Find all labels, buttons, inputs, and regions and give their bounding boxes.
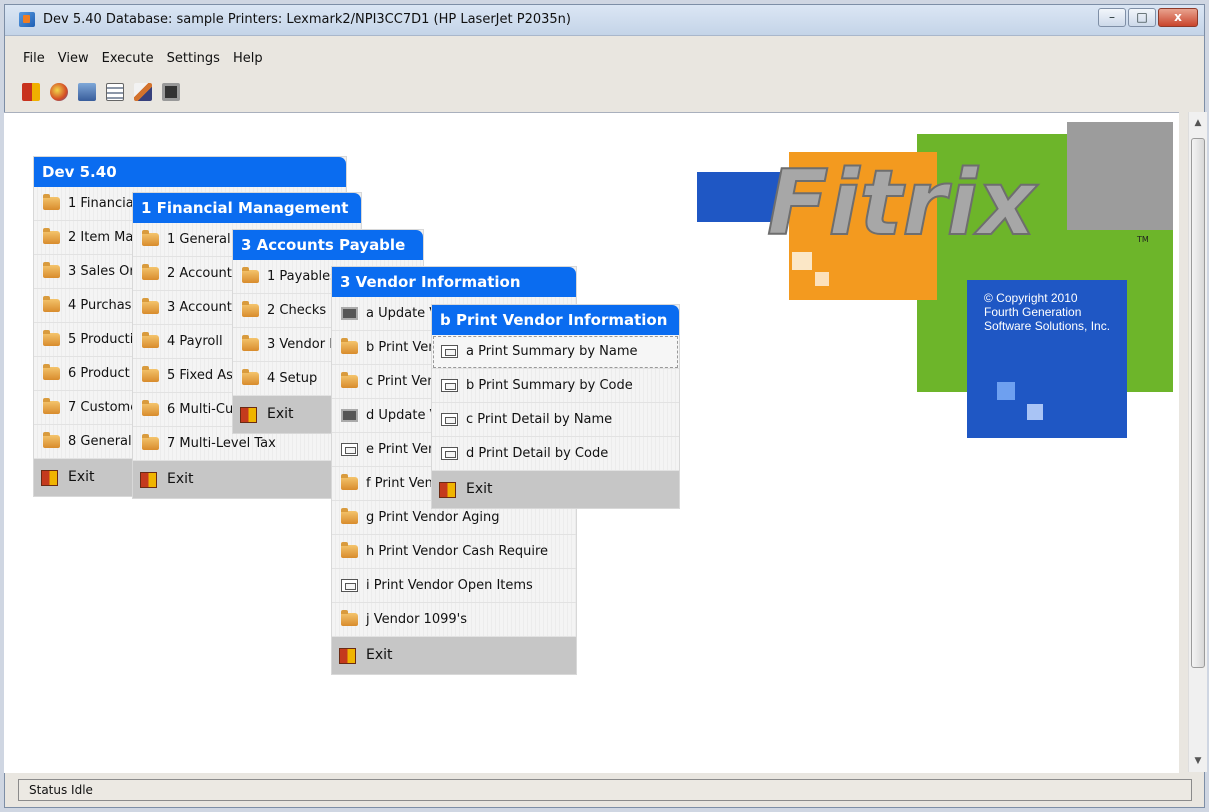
menu-execute[interactable]: Execute [101,51,155,73]
printer-icon [441,345,458,358]
folder-icon [242,369,259,385]
fitrix-brand: Fitrix [767,151,1039,256]
folder-icon [341,474,358,490]
maximize-icon: □ [1136,10,1148,24]
folder-icon [341,508,358,524]
list-item[interactable]: b Print Summary by Code [432,369,679,403]
folder-icon [341,610,358,626]
exit-icon [240,407,257,423]
terminal-icon[interactable] [162,83,180,101]
folder-icon [341,542,358,558]
folder-icon [43,194,60,210]
edit-icon[interactable] [134,83,152,101]
screen-icon [341,409,358,422]
folder-icon [242,335,259,351]
window-title: Dev 5.40 Database: sample Printers: Lexm… [43,12,571,27]
exit-icon[interactable] [22,83,40,101]
menu-main-title: Dev 5.40 [34,157,346,187]
scroll-up-icon[interactable]: ▲ [1189,114,1207,132]
menu-print-vendor-information: b Print Vendor Information a Print Summa… [432,305,679,508]
logo-copyright: © Copyright 2010 [984,291,1078,305]
folder-icon [341,338,358,354]
minimize-icon: – [1109,10,1115,24]
close-icon: x [1174,10,1182,24]
fitrix-logo: Fitrix TM © Copyright 2010 Fourth Genera… [697,122,1173,438]
folder-icon [43,330,60,346]
folder-icon [142,230,159,246]
minimize-button[interactable]: – [1098,8,1126,27]
folder-icon [43,364,60,380]
folder-icon [43,228,60,244]
folder-icon [43,296,60,312]
folder-icon [142,434,159,450]
printer-icon [441,379,458,392]
folder-icon [43,432,60,448]
list-item[interactable]: c Print Detail by Name [432,403,679,437]
tree-icon[interactable] [106,83,124,101]
folder-icon [142,298,159,314]
exit-button[interactable]: Exit [133,461,361,498]
toolbar [22,83,180,101]
folder-icon [142,400,159,416]
exit-button[interactable]: Exit [332,637,576,674]
vertical-scrollbar[interactable]: ▲ ▼ [1188,112,1207,772]
printer-icon [441,413,458,426]
folder-icon [142,366,159,382]
printer-icon [441,447,458,460]
menu-file[interactable]: File [22,51,46,73]
menu-settings[interactable]: Settings [166,51,221,73]
list-item[interactable]: j Vendor 1099's [332,603,576,637]
exit-button[interactable]: Exit [432,471,679,508]
menu-ap-title: 3 Accounts Payable [233,230,423,260]
status-bar: Status Idle [18,779,1192,801]
list-item[interactable]: d Print Detail by Code [432,437,679,471]
folder-icon [242,267,259,283]
close-button[interactable]: x [1158,8,1198,27]
folder-icon [142,264,159,280]
folder-icon [43,262,60,278]
exit-icon [439,482,456,498]
logo-company-line1: Fourth Generation [984,305,1081,319]
exit-icon [41,470,58,486]
copy-icon[interactable] [78,83,96,101]
folder-icon [242,301,259,317]
list-item[interactable]: i Print Vendor Open Items [332,569,576,603]
maximize-button[interactable]: □ [1128,8,1156,27]
menu-view[interactable]: View [57,51,90,73]
scroll-down-icon[interactable]: ▼ [1189,752,1207,770]
printer-icon [341,579,358,592]
scroll-thumb[interactable] [1191,138,1205,668]
paint-icon[interactable] [50,83,68,101]
list-item[interactable]: a Print Summary by Name [432,335,679,369]
logo-company-line2: Software Solutions, Inc. [984,319,1110,333]
menu-bar: File View Execute Settings Help [5,51,264,73]
menu-vendor-title: 3 Vendor Information [332,267,576,297]
app-icon [19,12,35,27]
menu-print-vendor-title: b Print Vendor Information [432,305,679,335]
folder-icon [142,332,159,348]
fitrix-tm: TM [1136,235,1149,244]
screen-icon [341,307,358,320]
menu-financial-title: 1 Financial Management [133,193,361,223]
menu-help[interactable]: Help [232,51,264,73]
printer-icon [341,443,358,456]
folder-icon [341,372,358,388]
list-item[interactable]: h Print Vendor Cash Require [332,535,576,569]
exit-icon [140,472,157,488]
title-bar: Dev 5.40 Database: sample Printers: Lexm… [5,5,1204,36]
exit-icon [339,648,356,664]
folder-icon [43,398,60,414]
